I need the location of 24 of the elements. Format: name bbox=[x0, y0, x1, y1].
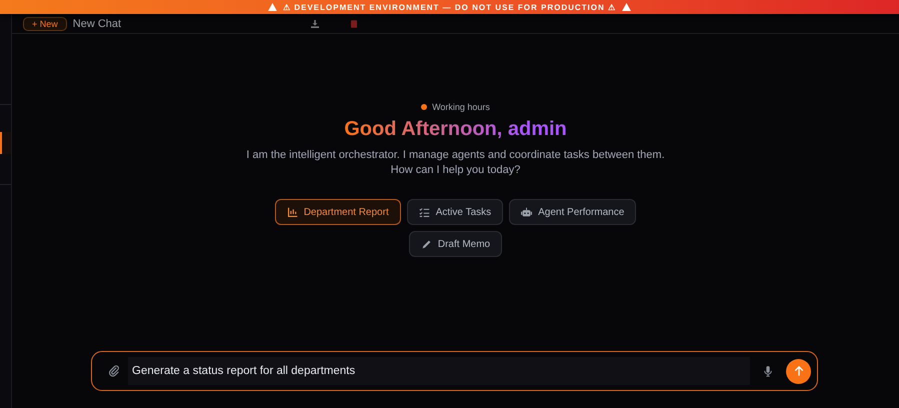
warning-icon bbox=[622, 3, 631, 11]
sidebar-item[interactable] bbox=[0, 132, 11, 154]
arrow-up-icon bbox=[794, 366, 804, 376]
microphone-icon[interactable] bbox=[764, 366, 772, 376]
intro-text: I am the intelligent orchestrator. I manage agents and coordinate tasks between them. How can I help you today? bbox=[246, 148, 665, 178]
new-button[interactable]: + New bbox=[23, 16, 67, 30]
suggestion-chip[interactable]: Agent Performance bbox=[509, 199, 636, 225]
status-label: Working hours bbox=[432, 102, 490, 112]
greeting-title: Good Afternoon, admin bbox=[344, 118, 567, 141]
checklist-icon bbox=[418, 206, 430, 218]
chat-title: New Chat bbox=[72, 18, 122, 30]
status-dot bbox=[421, 104, 428, 110]
suggestion-chip[interactable]: Department Report bbox=[274, 199, 401, 225]
warning-icon bbox=[268, 3, 277, 11]
download-icon[interactable] bbox=[311, 20, 320, 28]
suggestion-chip[interactable]: Draft Memo bbox=[408, 231, 502, 257]
robot-icon bbox=[521, 206, 532, 218]
suggestion-chip[interactable]: Active Tasks bbox=[406, 199, 504, 225]
paperclip-icon[interactable] bbox=[108, 365, 120, 377]
send-button[interactable] bbox=[786, 358, 811, 384]
pen-icon bbox=[420, 238, 432, 250]
banner-text: ⚠ DEVELOPMENT ENVIRONMENT — DO NOT USE FOR PRODUCTION ⚠ bbox=[282, 2, 616, 12]
message-input[interactable]: Generate a status report for all departments bbox=[128, 357, 750, 385]
chart-icon bbox=[286, 206, 298, 218]
